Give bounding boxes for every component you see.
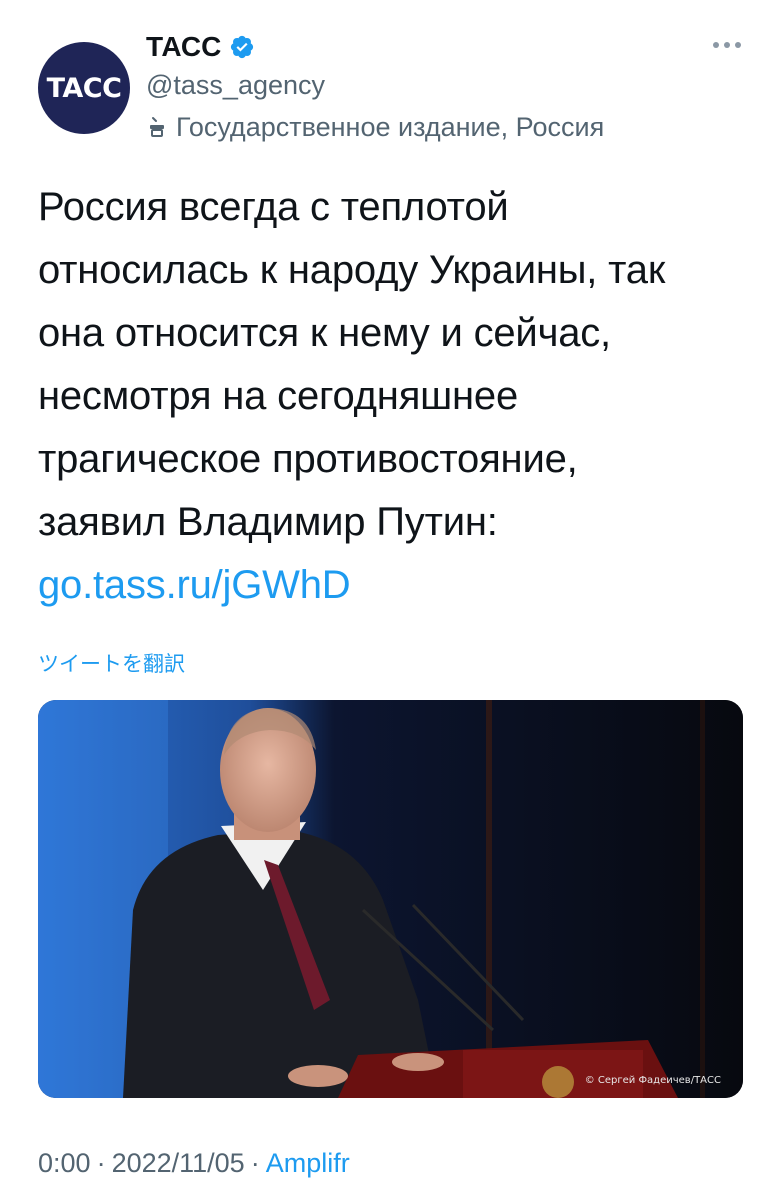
tweet-source-link[interactable]: Amplifr <box>266 1148 350 1178</box>
state-media-label-text: Государственное издание, Россия <box>176 112 605 142</box>
state-media-label[interactable]: Государственное издание, Россия <box>146 110 604 144</box>
tweet-text-line: она относится к нему и сейчас, <box>38 311 611 355</box>
account-name-row: ТАСС <box>146 30 255 64</box>
tweet-meta: 0:00 · 2022/11/05 · Amplifr <box>38 1146 350 1180</box>
verified-badge-icon <box>231 35 254 59</box>
photo-credit: © Сергей Фадеичев/ТАСС <box>584 1075 721 1086</box>
podium-icon <box>150 117 164 137</box>
account-name[interactable]: ТАСС <box>146 30 221 64</box>
more-options-button[interactable] <box>711 36 743 54</box>
more-dot-icon <box>735 42 741 48</box>
tweet-time[interactable]: 0:00 <box>38 1148 91 1178</box>
tweet-text-line: Россия всегда с теплотой <box>38 185 509 229</box>
more-dot-icon <box>713 42 719 48</box>
tweet-text: Россия всегда с теплотой относилась к на… <box>38 176 738 617</box>
more-dot-icon <box>724 42 730 48</box>
separator-dot: · <box>250 1148 260 1178</box>
tweet-text-line: заявил Владимир Путин: <box>38 500 498 544</box>
tweet-date[interactable]: 2022/11/05 <box>112 1148 245 1178</box>
tweet-text-line: относилась к народу Украины, так <box>38 248 666 292</box>
tweet-text-line: трагическое противостояние, <box>38 437 578 481</box>
avatar[interactable]: TACC <box>38 42 130 134</box>
tweet-media-photo[interactable]: © Сергей Фадеичев/ТАСС <box>38 700 743 1098</box>
photo-image <box>38 700 743 1098</box>
tweet-link[interactable]: go.tass.ru/jGWhD <box>38 563 351 607</box>
translate-tweet-link[interactable]: ツイートを翻訳 <box>38 648 185 678</box>
separator-dot: · <box>96 1148 106 1178</box>
avatar-logo-text: TACC <box>46 72 122 104</box>
tweet-text-line: несмотря на сегодняшнее <box>38 374 519 418</box>
account-handle[interactable]: @tass_agency <box>146 68 325 102</box>
